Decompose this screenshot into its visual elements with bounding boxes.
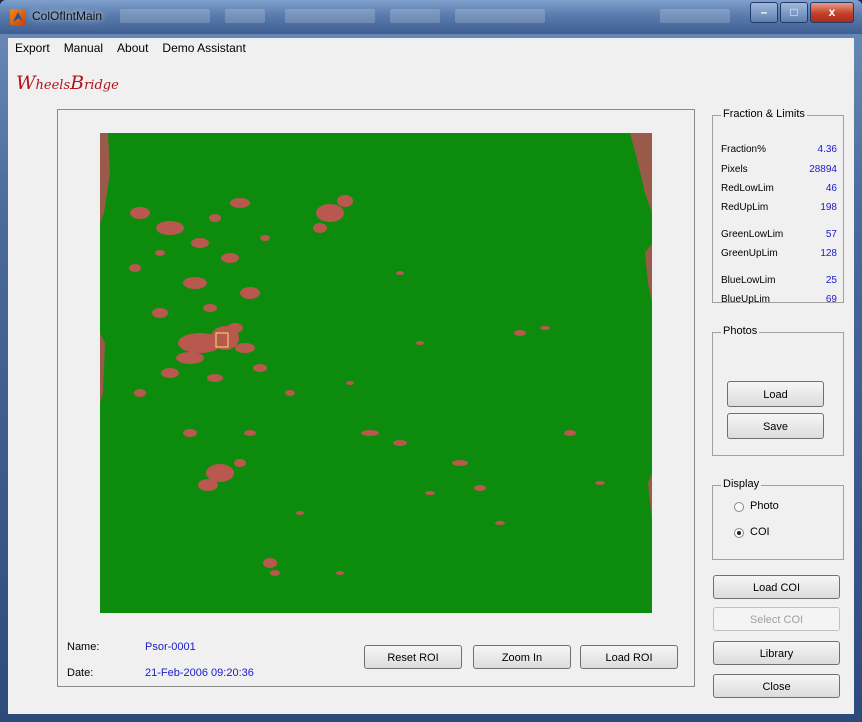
menu-manual[interactable]: Manual: [57, 41, 110, 55]
photos-panel: Photos Load Save: [712, 325, 844, 456]
coi-radio[interactable]: [734, 528, 744, 538]
wheelsbridge-logo: WheelsBridge: [16, 72, 119, 94]
logo-letter: heels: [35, 78, 71, 93]
library-button[interactable]: Library: [713, 641, 840, 665]
blue-up-label: BlueUpLim: [721, 294, 770, 305]
date-value: 21-Feb-2006 09:20:36: [145, 667, 254, 679]
photos-title: Photos: [721, 325, 760, 337]
load-coi-button[interactable]: Load COI: [713, 575, 840, 599]
name-value: Psor-0001: [145, 641, 196, 653]
green-low-label: GreenLowLim: [721, 229, 784, 240]
menu-bar: Export Manual About Demo Assistant: [8, 38, 854, 58]
blue-low-label: BlueLowLim: [721, 275, 776, 286]
blurred-taskbar-item: [225, 9, 265, 23]
window-title: ColOfIntMain: [32, 9, 103, 23]
minimize-button[interactable]: –: [750, 2, 778, 23]
reset-roi-button[interactable]: Reset ROI: [364, 645, 462, 669]
blurred-taskbar-item: [120, 9, 210, 23]
name-label: Name:: [67, 641, 100, 653]
menu-export[interactable]: Export: [8, 41, 57, 55]
red-up-label: RedUpLim: [721, 202, 769, 213]
photo-radio-label: Photo: [750, 500, 779, 512]
zoom-in-button[interactable]: Zoom In: [473, 645, 571, 669]
blue-low-value: 25: [825, 275, 837, 286]
green-low-value: 57: [825, 229, 837, 240]
load-roi-button[interactable]: Load ROI: [580, 645, 678, 669]
menu-about[interactable]: About: [110, 41, 155, 55]
photo-radio[interactable]: [734, 502, 744, 512]
matlab-icon: [10, 9, 26, 25]
logo-letter: ridge: [84, 78, 119, 93]
pixels-value: 28894: [809, 164, 837, 175]
logo-letter: W: [16, 72, 36, 94]
menu-demo-assistant[interactable]: Demo Assistant: [155, 41, 252, 55]
display-panel: Display Photo COI: [712, 478, 844, 560]
coi-radio-label: COI: [750, 526, 770, 538]
close-button[interactable]: Close: [713, 674, 840, 698]
red-up-value: 198: [820, 202, 837, 213]
maximize-button[interactable]: □: [780, 2, 808, 23]
blurred-taskbar-item: [660, 9, 730, 23]
green-up-value: 128: [820, 248, 837, 259]
client-area: WheelsBridge Name: Psor-0001 Date: 21-Fe…: [8, 58, 854, 714]
fraction-limits-title: Fraction & Limits: [721, 108, 807, 120]
blurred-taskbar-item: [390, 9, 440, 23]
select-coi-button: Select COI: [713, 607, 840, 631]
fraction-value: 4.36: [817, 144, 837, 155]
blurred-taskbar-item: [455, 9, 545, 23]
app-window: ColOfIntMain – □ x Export Manual About D…: [0, 0, 862, 722]
title-bar: ColOfIntMain – □ x: [0, 0, 862, 34]
coi-overlay-image: [100, 133, 652, 613]
logo-letter: B: [70, 72, 85, 94]
date-label: Date:: [67, 667, 94, 679]
display-title: Display: [721, 478, 762, 490]
blue-up-value: 69: [825, 294, 837, 305]
fraction-label: Fraction%: [721, 144, 767, 155]
pixels-label: Pixels: [721, 164, 748, 175]
coi-image[interactable]: [100, 133, 652, 613]
blurred-taskbar-item: [285, 9, 375, 23]
red-low-label: RedLowLim: [721, 183, 774, 194]
red-low-value: 46: [825, 183, 837, 194]
load-photo-button[interactable]: Load: [727, 381, 824, 407]
save-photo-button[interactable]: Save: [727, 413, 824, 439]
close-window-button[interactable]: x: [810, 2, 854, 23]
green-up-label: GreenUpLim: [721, 248, 778, 259]
fraction-limits-panel: Fraction & Limits Fraction% 4.36 Pixels 28…: [712, 108, 844, 305]
